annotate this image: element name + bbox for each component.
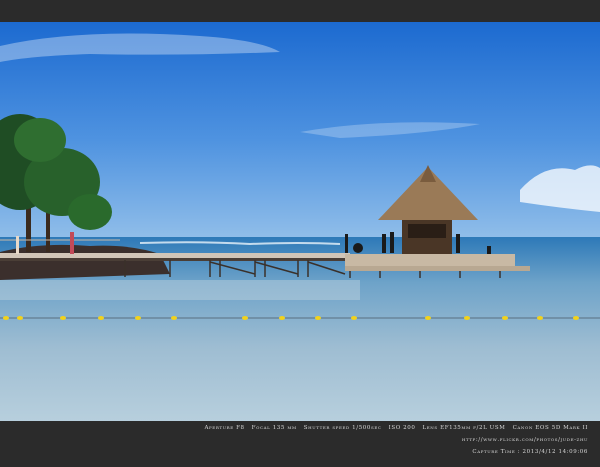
exif-lens: Lens EF135mm f/2L USM	[422, 425, 506, 431]
exif-url: http://www.flickr.com/photos/jude-zhu	[461, 437, 588, 443]
photo-frame: Aperture F8 Focal 135 mm Shutter speed 1…	[0, 0, 600, 467]
tree-canopy	[68, 194, 112, 230]
exif-bar: Aperture F8 Focal 135 mm Shutter speed 1…	[0, 421, 600, 467]
exif-iso: ISO 200	[388, 425, 416, 431]
rocks	[0, 244, 170, 280]
hut-window	[408, 224, 446, 238]
photo-illustration	[0, 22, 600, 421]
boardwalk	[0, 253, 350, 258]
exif-shutter: Shutter speed 1/500sec	[303, 425, 382, 431]
tree-canopy	[14, 118, 66, 162]
exif-settings-line: Aperture F8 Focal 135 mm Shutter speed 1…	[204, 425, 588, 431]
shallow-water	[0, 280, 360, 300]
exif-capture-time: Capture Time : 2013/4/12 14:09:06	[472, 449, 588, 455]
pavilion-platform-edge	[345, 266, 530, 271]
top-border	[0, 0, 600, 22]
beach-photo	[0, 22, 600, 421]
exif-focal: Focal 135 mm	[251, 425, 297, 431]
exif-camera: Canon EOS 5D Mark II	[512, 425, 588, 431]
pavilion-platform	[345, 254, 515, 266]
exif-aperture: Aperture F8	[204, 425, 245, 431]
